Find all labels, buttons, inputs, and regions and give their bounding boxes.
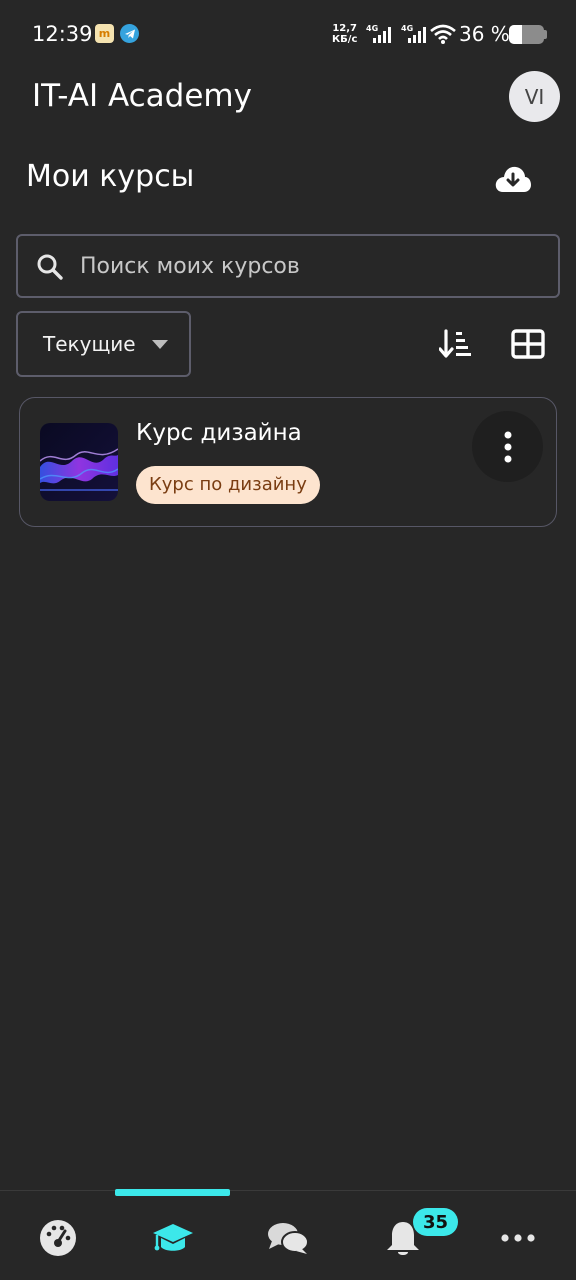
dashboard-icon — [40, 1220, 76, 1256]
course-menu-button[interactable] — [472, 411, 543, 482]
grid-view-button[interactable] — [506, 322, 550, 366]
battery-percent: 36 % — [459, 22, 510, 46]
course-thumbnail — [40, 423, 118, 501]
battery-nub — [544, 30, 547, 39]
cloud-download-icon — [495, 166, 531, 192]
nav-courses[interactable] — [143, 1213, 203, 1263]
notification-app-icon: m — [95, 24, 114, 43]
wifi-icon — [430, 24, 456, 48]
search-box — [16, 234, 560, 298]
search-icon — [36, 253, 64, 285]
page-title: Мои курсы — [26, 159, 195, 194]
svg-text:4G: 4G — [366, 24, 378, 33]
app-title: IT-AI Academy — [32, 78, 252, 114]
notification-count-badge: 35 — [413, 1208, 458, 1236]
course-filter-dropdown[interactable]: Текущие — [16, 311, 191, 377]
battery-icon — [509, 25, 544, 44]
sort-button[interactable] — [434, 322, 478, 366]
telegram-icon — [120, 24, 139, 43]
avatar[interactable]: VI — [509, 71, 560, 122]
status-time: 12:39 — [32, 22, 93, 46]
active-tab-indicator — [115, 1189, 230, 1196]
messages-icon — [268, 1223, 309, 1254]
sort-icon — [439, 329, 471, 358]
caret-down-icon — [152, 340, 168, 349]
nav-more[interactable] — [488, 1213, 548, 1263]
more-icon — [501, 1234, 535, 1242]
cell-signal-2-icon: 4G — [400, 24, 430, 48]
nav-messages[interactable] — [258, 1213, 318, 1263]
screen: 12:39 m 12,7 КБ/с 4G 4G 36 % IT-AI Acade… — [0, 0, 576, 1280]
download-button[interactable] — [489, 155, 537, 203]
courses-icon — [153, 1224, 193, 1251]
grid-icon — [511, 329, 545, 359]
bottom-nav: 35 — [0, 1189, 576, 1280]
course-card[interactable]: Курс дизайна Курс по дизайну — [19, 397, 557, 527]
search-input[interactable] — [80, 236, 540, 296]
cell-signal-icon: 4G — [365, 24, 395, 48]
svg-text:4G: 4G — [401, 24, 413, 33]
status-bar: 12:39 m 12,7 КБ/с 4G 4G 36 % — [0, 0, 576, 68]
nav-dashboard[interactable] — [28, 1213, 88, 1263]
net-speed: 12,7 КБ/с — [332, 23, 358, 45]
filter-selected-value: Текущие — [43, 332, 136, 356]
course-title: Курс дизайна — [136, 420, 302, 446]
battery-fill — [509, 25, 522, 44]
more-vertical-icon — [504, 431, 511, 462]
course-category-badge: Курс по дизайну — [136, 466, 320, 504]
